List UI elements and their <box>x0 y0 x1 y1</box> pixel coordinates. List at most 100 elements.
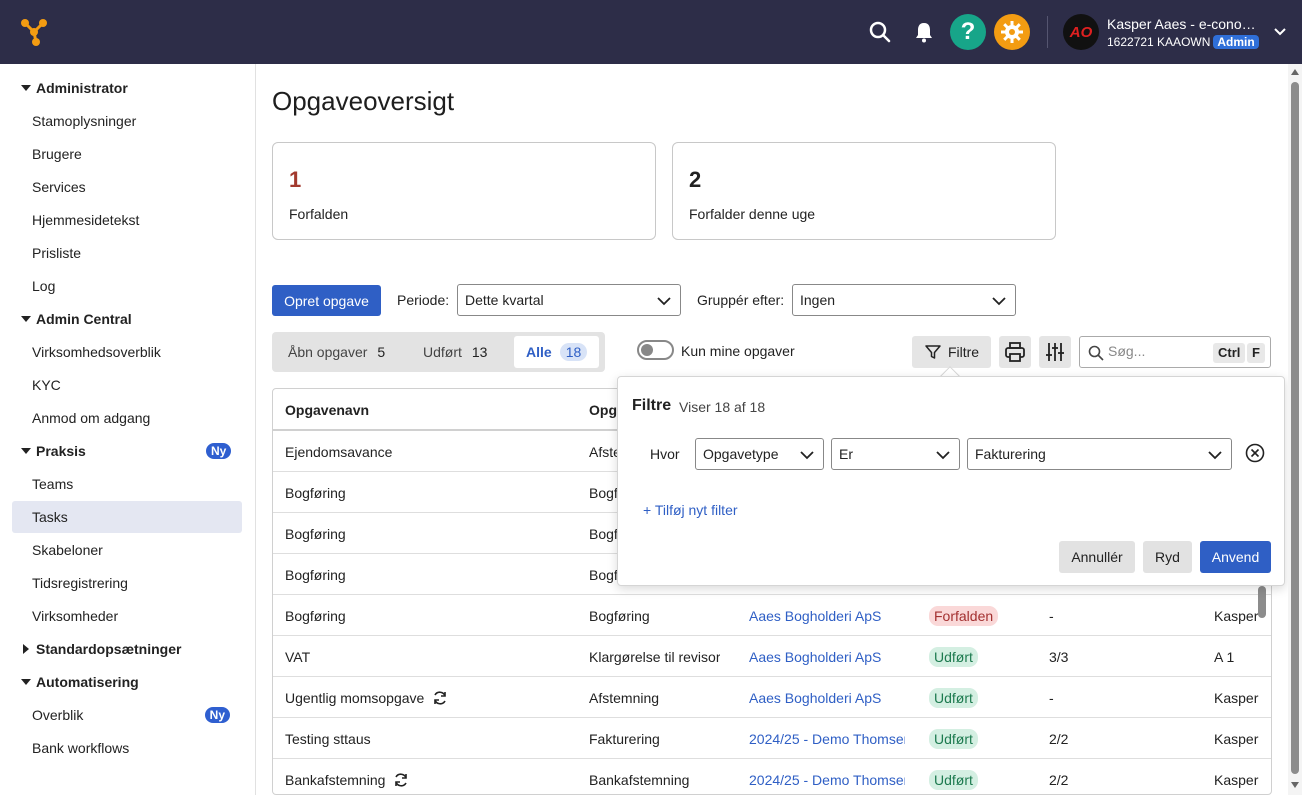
filter-field-select[interactable]: Opgavetype <box>695 438 824 470</box>
sidebar-item-brugere[interactable]: Brugere <box>12 138 242 170</box>
sidebar-item-kyc[interactable]: KYC <box>12 369 242 401</box>
sidebar-item-virksomheder[interactable]: Virksomheder <box>12 600 242 632</box>
cell-task-type: Afstemning <box>589 689 660 706</box>
sidebar-item-prisliste[interactable]: Prisliste <box>12 237 242 269</box>
remove-filter-icon[interactable] <box>1245 443 1265 463</box>
cancel-button[interactable]: Annullér <box>1059 541 1135 573</box>
sidebar-group-standardopsaetninger[interactable]: Standardopsætninger <box>20 639 181 659</box>
add-filter-link[interactable]: + Tilføj nyt filter <box>643 502 738 518</box>
clear-button[interactable]: Ryd <box>1143 541 1192 573</box>
filter-operator-value: Er <box>839 446 853 462</box>
sliders-icon <box>1046 343 1064 361</box>
tab-completed[interactable]: Udført 13 <box>423 336 487 368</box>
apply-button[interactable]: Anvend <box>1200 541 1271 573</box>
chevron-down-icon[interactable] <box>1272 24 1288 40</box>
table-row[interactable]: Ugentlig momsopgave Afstemning Aaes Bogh… <box>273 677 1271 718</box>
cell-client-link[interactable]: Aaes Bogholderi ApS <box>749 595 905 636</box>
cell-task-name: VAT <box>285 648 311 665</box>
toggle-knob <box>641 344 653 356</box>
search-field[interactable]: Ctrl F <box>1079 336 1271 368</box>
sidebar-item-tidsregistrering[interactable]: Tidsregistrering <box>12 567 242 599</box>
stat-value: 1 <box>289 167 302 192</box>
caret-down-icon <box>21 448 31 454</box>
sidebar-group-admin-central[interactable]: Admin Central <box>20 309 132 329</box>
sidebar-item-virksomhedsoverblik[interactable]: Virksomhedsoverblik <box>12 336 242 368</box>
sidebar-group-label: Automatisering <box>36 674 139 690</box>
page-scrollbar-thumb[interactable] <box>1291 82 1299 774</box>
table-row[interactable]: Testing sttaus Fakturering 2024/25 - Dem… <box>273 718 1271 759</box>
sidebar-item-tasks[interactable]: Tasks <box>12 501 242 533</box>
sidebar: Administrator Stamoplysninger Brugere Se… <box>0 64 256 795</box>
filter-popover-title: Filtre <box>632 397 672 414</box>
period-label: Periode: <box>397 292 450 308</box>
cell-client-link[interactable]: 2024/25 - Demo Thomsen <box>749 718 905 759</box>
cell-progress: 3/3 <box>1049 648 1069 665</box>
only-my-tasks-toggle[interactable] <box>637 340 674 360</box>
cell-progress: - <box>1049 689 1054 706</box>
sidebar-group-praksis[interactable]: Praksis Ny <box>20 441 236 461</box>
bell-icon[interactable] <box>906 14 942 50</box>
cell-task-name: Bogføring <box>285 525 346 542</box>
cell-assignee: Kasper <box>1214 730 1259 747</box>
table-scrollbar-thumb[interactable] <box>1258 586 1266 618</box>
sidebar-item-hjemmesidetekst[interactable]: Hjemmesidetekst <box>12 204 242 236</box>
printer-icon <box>1005 342 1025 362</box>
cell-task-name: Testing sttaus <box>285 730 371 747</box>
column-header-task-name[interactable]: Opgavenavn <box>285 389 369 430</box>
help-button[interactable]: ? <box>950 14 986 50</box>
search-input[interactable] <box>1108 343 1203 359</box>
filter-button-label: Filtre <box>947 344 980 360</box>
sidebar-item-anmod-om-adgang[interactable]: Anmod om adgang <box>12 402 242 434</box>
cell-task-name: Bankafstemning <box>285 759 409 794</box>
new-badge: Ny <box>204 707 230 723</box>
sidebar-item-teams[interactable]: Teams <box>12 468 242 500</box>
tab-label: Alle <box>526 344 552 360</box>
create-task-button[interactable]: Opret opgave <box>272 285 381 316</box>
user-name[interactable]: Kasper Aaes - e-conomic <box>1107 16 1262 32</box>
shortcut-ctrl-key: Ctrl <box>1213 343 1246 363</box>
sidebar-item-log[interactable]: Log <box>12 270 242 302</box>
recurring-icon <box>434 690 447 705</box>
table-row[interactable]: Bankafstemning Bankafstemning 2024/25 - … <box>273 759 1271 794</box>
cell-client-link[interactable]: 2024/25 - Demo Thomsen <box>749 759 905 794</box>
chevron-down-icon <box>992 297 1006 306</box>
print-button[interactable] <box>999 336 1031 368</box>
sidebar-group-automatisering[interactable]: Automatisering <box>20 672 139 692</box>
sidebar-item-skabeloner[interactable]: Skabeloner <box>12 534 242 566</box>
settings-button[interactable] <box>994 14 1030 50</box>
shortcut-f-key: F <box>1247 343 1265 363</box>
cell-task-type: Bogføring <box>589 607 650 624</box>
app-logo-icon[interactable] <box>16 14 52 50</box>
recurring-icon <box>395 772 408 787</box>
cell-client-link[interactable]: Aaes Bogholderi ApS <box>749 636 905 677</box>
table-row[interactable]: Bogføring Bogføring Aaes Bogholderi ApS … <box>273 595 1271 636</box>
chevron-down-icon <box>1208 451 1222 460</box>
sidebar-item-bank-workflows[interactable]: Bank workflows <box>12 732 242 764</box>
scroll-up-arrow-icon[interactable] <box>1290 68 1300 76</box>
stat-card-due-this-week[interactable]: 2 Forfalder denne uge <box>672 142 1056 240</box>
group-by-select[interactable]: Ingen <box>792 284 1016 316</box>
sidebar-item-stamoplysninger[interactable]: Stamoplysninger <box>12 105 242 137</box>
period-select[interactable]: Dette kvartal <box>457 284 681 316</box>
search-icon <box>1088 345 1104 361</box>
stat-card-overdue[interactable]: 1 Forfalden <box>272 142 656 240</box>
filter-operator-select[interactable]: Er <box>831 438 960 470</box>
avatar[interactable]: AO <box>1063 14 1099 50</box>
filter-value-select[interactable]: Fakturering <box>967 438 1232 470</box>
column-settings-button[interactable] <box>1039 336 1071 368</box>
filter-button[interactable]: Filtre <box>912 336 991 368</box>
sidebar-item-overblik[interactable]: Overblik Ny <box>12 699 242 731</box>
scroll-down-arrow-icon[interactable] <box>1290 781 1300 789</box>
caret-right-icon <box>23 644 29 654</box>
user-account-id: 1622721 KAAOWN <box>1107 35 1211 49</box>
tab-all[interactable]: Alle 18 <box>514 336 600 368</box>
sidebar-group-administrator[interactable]: Administrator <box>20 78 128 98</box>
tab-open-tasks[interactable]: Åbn opgaver 5 <box>288 336 385 368</box>
filter-value-text: Fakturering <box>975 446 1046 462</box>
cell-task-name: Bogføring <box>285 566 346 583</box>
sidebar-item-services[interactable]: Services <box>12 171 242 203</box>
table-row[interactable]: VAT Klargørelse til revisor Aaes Boghold… <box>273 636 1271 677</box>
cell-client-link[interactable]: Aaes Bogholderi ApS <box>749 677 905 718</box>
search-icon[interactable] <box>862 14 898 50</box>
filter-popover: Filtre Viser 18 af 18 Hvor Opgavetype Er… <box>617 376 1285 586</box>
